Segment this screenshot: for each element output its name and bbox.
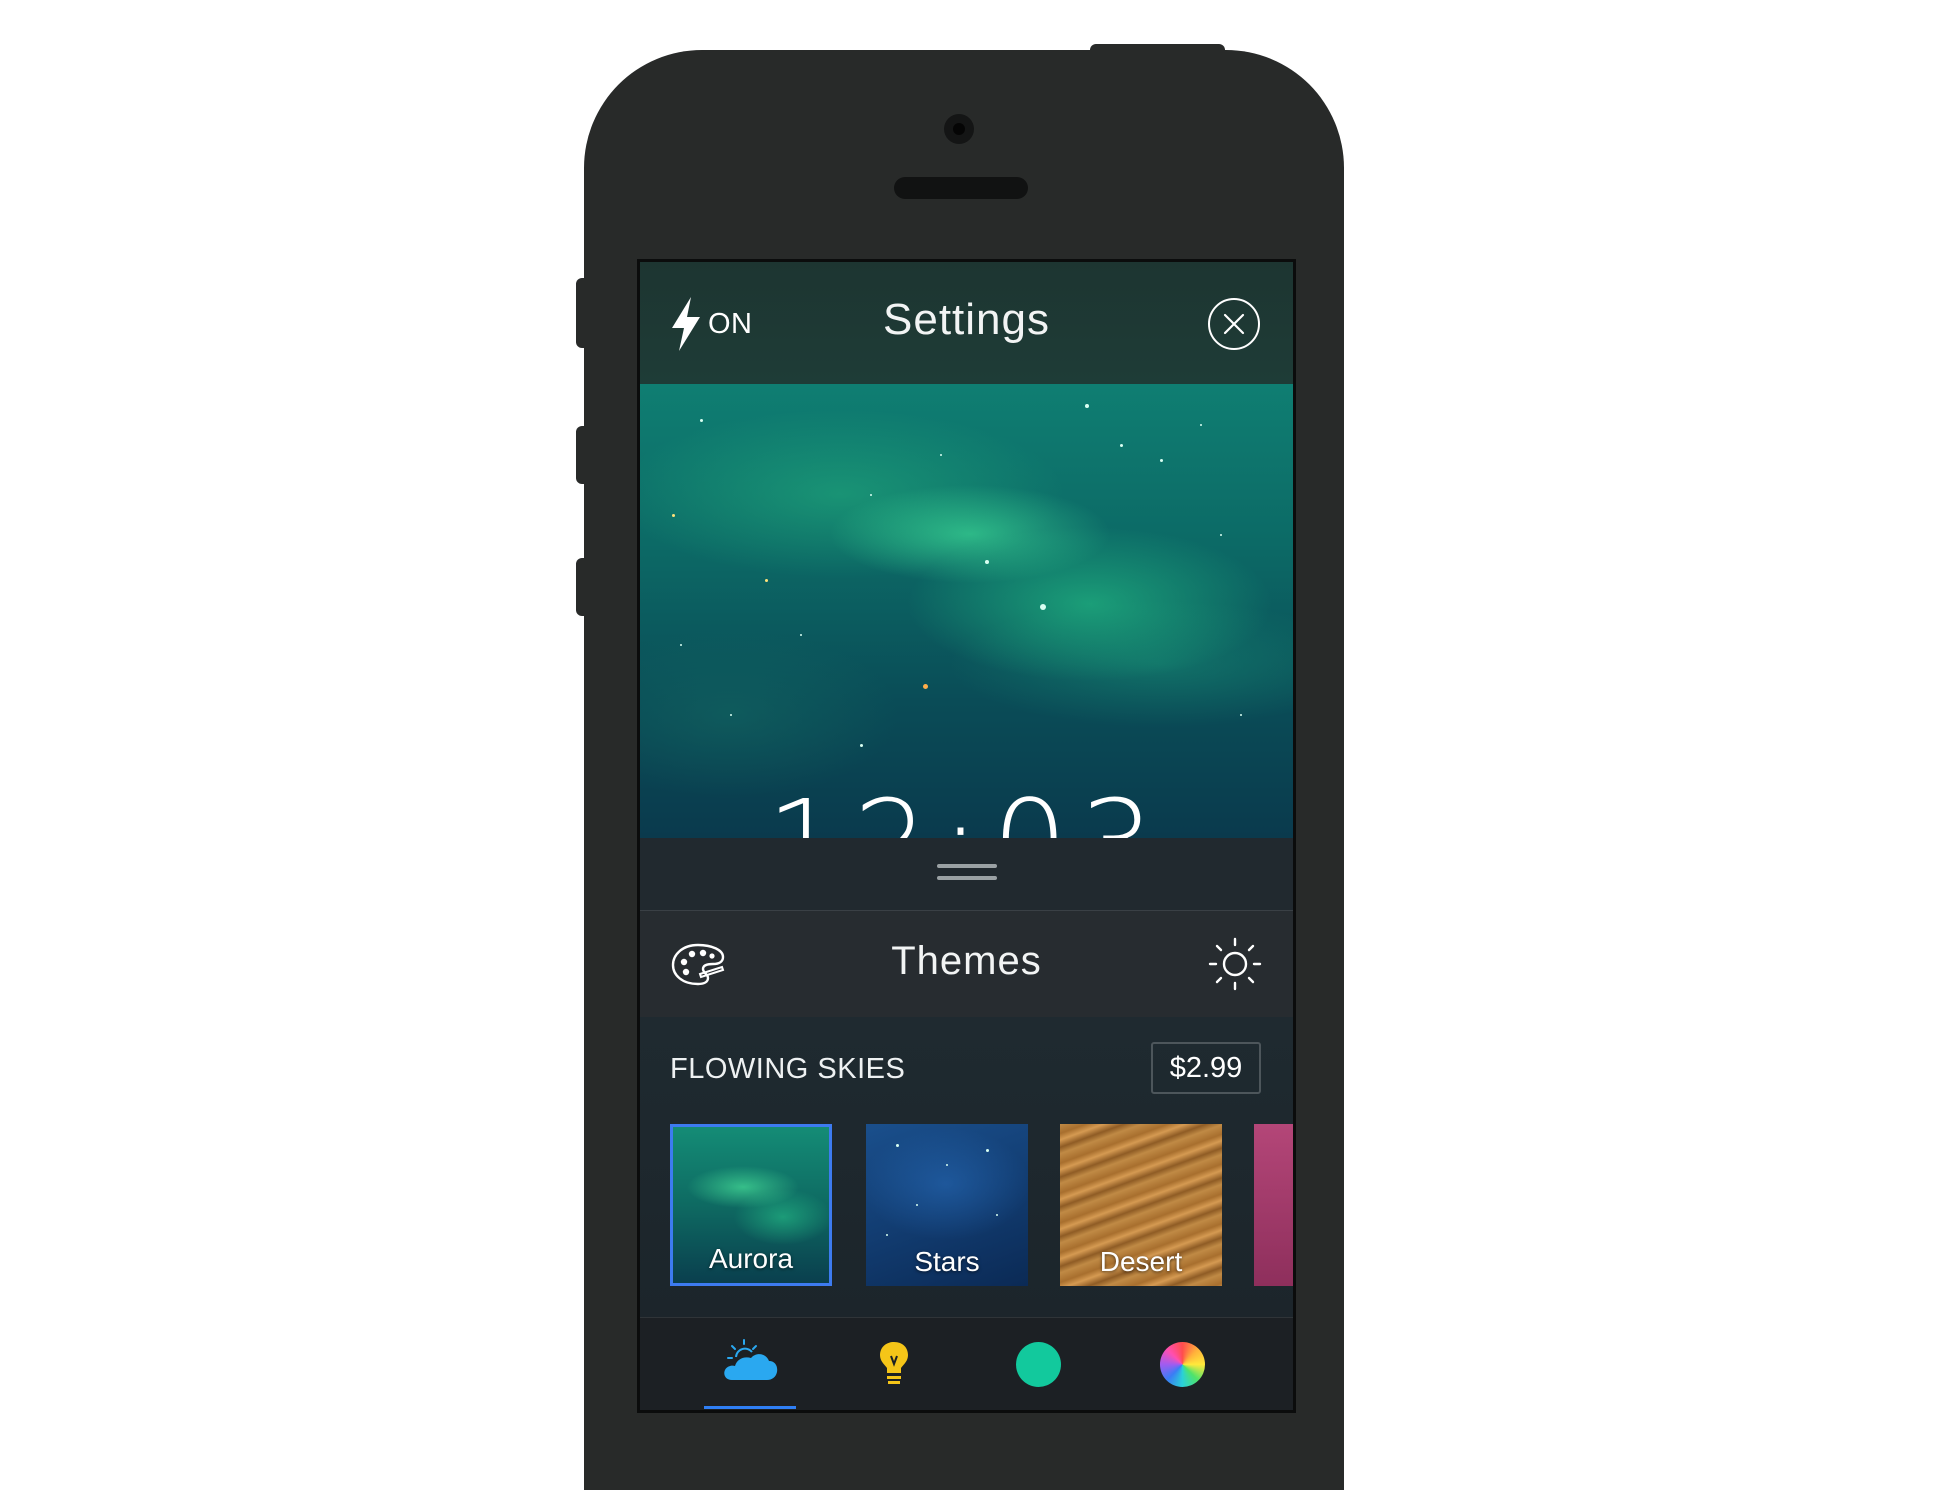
theme-thumbnail-next[interactable] [1254,1124,1293,1286]
theme-thumbnail-stars[interactable]: Stars [866,1124,1028,1286]
drawer-handle-bar[interactable] [640,838,1293,910]
front-camera [944,114,974,144]
theme-label: Stars [914,1246,980,1277]
theme-pack-name: FLOWING SKIES [670,1053,906,1085]
weather-icon [724,1339,778,1380]
star [860,744,863,747]
app-screen: ON Settings 12:03 [637,259,1296,1413]
color-wheel-icon [1160,1342,1205,1387]
star [996,1214,998,1216]
star [985,560,989,564]
star [672,514,675,517]
wallpaper-preview: 12:03 [640,384,1293,838]
star [1200,424,1202,426]
theme-label: Desert [1099,1246,1183,1277]
star [1120,444,1123,447]
close-icon [1223,313,1245,335]
theme-pack: FLOWING SKIES $2.99 Aurora Stars Desert [640,1017,1293,1317]
star [1220,534,1222,536]
theme-thumbnail-desert[interactable]: Desert [1060,1124,1222,1286]
star [1085,404,1089,408]
star [800,634,802,636]
theme-thumbnail-aurora[interactable]: Aurora [670,1124,832,1286]
tab-spectrum[interactable] [1136,1318,1228,1410]
tab-color[interactable] [992,1318,1084,1410]
tab-light[interactable] [848,1318,940,1410]
bottom-tab-bar [640,1317,1293,1410]
page-title: Settings [883,295,1050,344]
star [1160,459,1163,462]
tab-weather[interactable] [704,1318,796,1410]
star [940,454,942,456]
star [700,419,703,422]
star [1240,714,1242,716]
clock-time: 12:03 [640,774,1293,838]
close-button[interactable] [1208,298,1260,350]
star [886,1234,888,1236]
brightness-icon[interactable] [1207,936,1263,992]
theme-label: Aurora [708,1243,794,1274]
star [680,644,682,646]
star [946,1164,948,1166]
star [916,1204,918,1206]
section-title: Themes [891,939,1042,983]
themes-header: Themes [640,910,1293,1019]
buy-price-button[interactable]: $2.99 [1151,1042,1261,1094]
star [923,684,928,689]
star [870,494,872,496]
active-tab-indicator [704,1406,796,1409]
star [765,579,768,582]
settings-header: ON Settings [640,262,1293,385]
star [730,714,732,716]
star [986,1149,989,1152]
earpiece-speaker [894,177,1028,199]
drag-handle-icon[interactable] [936,864,997,888]
star [1040,604,1046,610]
color-dot-icon [1016,1342,1061,1387]
lightbulb-icon [880,1342,908,1384]
star [896,1144,899,1147]
